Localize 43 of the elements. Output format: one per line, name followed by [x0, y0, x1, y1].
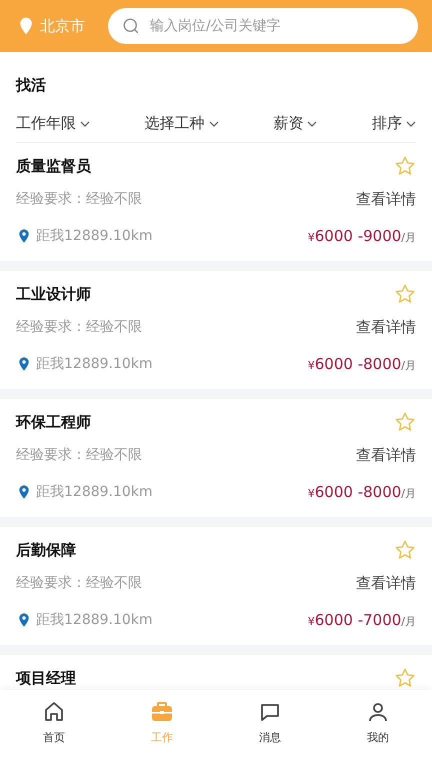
details-link[interactable]: 查看详情	[356, 318, 416, 336]
tab-item[interactable]: 我的	[324, 700, 432, 748]
salary-text: ¥6000 -8000/月	[308, 355, 416, 373]
distance-text: 距我12889.10km	[36, 483, 153, 501]
star-icon[interactable]	[394, 283, 416, 305]
chevron-down-icon	[208, 118, 219, 128]
salary-text: ¥6000 -9000/月	[308, 227, 416, 245]
job-title: 环保工程师	[16, 412, 91, 432]
details-link[interactable]: 查看详情	[356, 190, 416, 208]
filter-dropdown[interactable]: 工作年限	[16, 114, 90, 133]
star-icon[interactable]	[394, 155, 416, 177]
tab-item[interactable]: 消息	[216, 700, 324, 748]
person-icon	[366, 700, 390, 724]
chevron-down-icon	[80, 118, 90, 128]
experience-text: 经验要求：经验不限	[16, 574, 142, 592]
filter-dropdown[interactable]: 薪资	[273, 114, 318, 133]
distance-text: 距我12889.10km	[36, 611, 153, 629]
search-field[interactable]: 输入岗位/公司关键字	[108, 8, 418, 44]
filter-dropdown[interactable]: 排序	[372, 114, 416, 133]
star-icon[interactable]	[394, 539, 416, 561]
job-title: 后勤保障	[16, 540, 76, 560]
details-link[interactable]: 查看详情	[356, 574, 416, 592]
distance-text: 距我12889.10km	[36, 227, 153, 245]
filter-dropdown[interactable]: 选择工种	[144, 114, 219, 133]
star-icon[interactable]	[394, 411, 416, 433]
search-icon	[122, 17, 140, 35]
chevron-down-icon	[307, 118, 318, 128]
job-title: 项目经理	[16, 668, 76, 688]
home-icon	[42, 700, 66, 724]
star-icon[interactable]	[394, 667, 416, 689]
experience-text: 经验要求：经验不限	[16, 318, 142, 336]
job-title: 工业设计师	[16, 284, 91, 304]
chevron-down-icon	[406, 118, 416, 128]
distance-text: 距我12889.10km	[36, 355, 153, 373]
job-title: 质量监督员	[16, 156, 91, 176]
details-link[interactable]: 查看详情	[356, 446, 416, 464]
tab-item[interactable]: 首页	[0, 700, 108, 748]
briefcase-icon	[150, 700, 174, 724]
salary-text: ¥6000 -8000/月	[308, 483, 416, 501]
experience-text: 经验要求：经验不限	[16, 446, 142, 464]
section-title: 找活	[16, 75, 47, 96]
experience-text: 经验要求：经验不限	[16, 190, 142, 208]
salary-text: ¥6000 -7000/月	[308, 611, 416, 629]
